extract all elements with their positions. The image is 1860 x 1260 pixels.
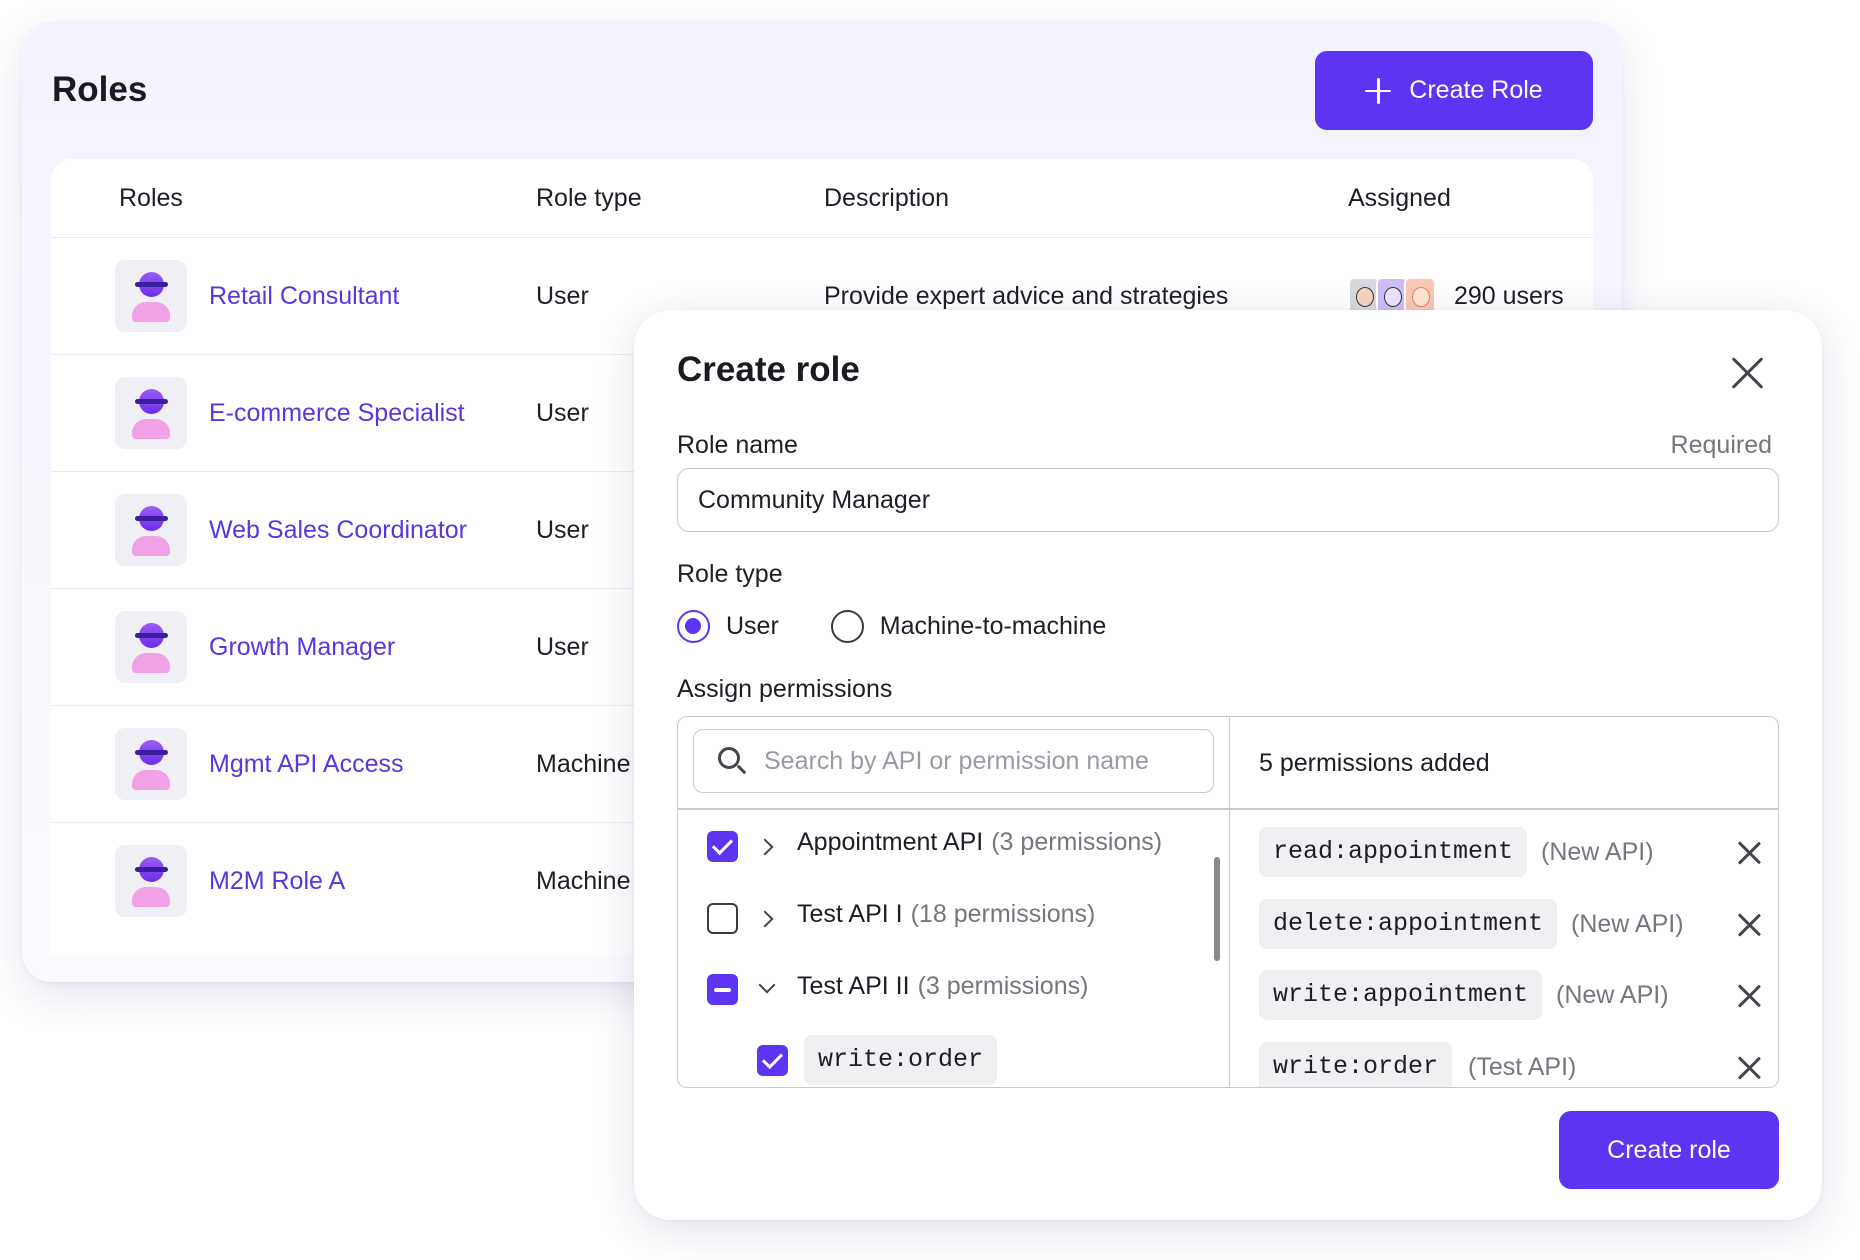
search-input[interactable]	[764, 730, 1204, 792]
plus-icon	[1365, 77, 1392, 104]
close-icon[interactable]	[1730, 355, 1766, 391]
column-header-roles: Roles	[119, 184, 183, 212]
role-name-link[interactable]: Mgmt API Access	[209, 706, 404, 823]
search-box[interactable]	[693, 729, 1214, 793]
chevron-right-icon[interactable]	[756, 910, 774, 928]
role-type-cell: Machine	[536, 867, 631, 895]
added-permission-chip: read:appointment	[1259, 827, 1528, 877]
scrollbar[interactable]	[1214, 857, 1220, 961]
role-name-link[interactable]: Growth Manager	[209, 589, 395, 706]
added-permission-chip: write:order	[1259, 1042, 1453, 1087]
role-avatar-icon	[115, 494, 187, 566]
create-role-button[interactable]: Create Role	[1315, 51, 1593, 130]
column-header-description: Description	[824, 184, 950, 212]
role-avatar-icon	[115, 377, 187, 449]
radio-machine-to-machine-label[interactable]: Machine-to-machine	[880, 612, 1107, 641]
required-label: Required	[1670, 431, 1772, 459]
api-item[interactable]: Test API II (3 permissions)	[797, 972, 1088, 1001]
api-item[interactable]: Appointment API (3 permissions)	[797, 828, 1162, 857]
added-permission-chip: delete:appointment	[1259, 899, 1558, 949]
role-type-cell: Machine	[536, 750, 631, 778]
added-permission-source: (New API)	[1571, 910, 1684, 938]
role-avatar-icon	[115, 728, 187, 800]
permission-checkbox[interactable]	[757, 1045, 788, 1076]
page-title: Roles	[52, 70, 148, 109]
api-permission-count: (3 permissions)	[917, 972, 1089, 1000]
role-name-link[interactable]: E-commerce Specialist	[209, 355, 465, 472]
role-name-link[interactable]: Web Sales Coordinator	[209, 472, 467, 589]
divider	[678, 808, 1229, 810]
added-permission-chip: write:appointment	[1259, 970, 1543, 1020]
api-name: Appointment API	[797, 828, 984, 856]
role-avatar-icon	[115, 611, 187, 683]
chevron-down-icon[interactable]	[758, 976, 776, 994]
role-type-cell: User	[536, 633, 589, 661]
radio-user[interactable]	[677, 610, 710, 643]
role-avatar-icon	[115, 845, 187, 917]
search-icon	[718, 747, 748, 777]
column-header-role-type: Role type	[536, 184, 642, 212]
role-type-cell: User	[536, 516, 589, 544]
api-name: Test API I	[797, 900, 903, 928]
api-checkbox[interactable]	[707, 903, 738, 934]
remove-permission-icon[interactable]	[1737, 1056, 1761, 1080]
permissions-added-summary: 5 permissions added	[1259, 749, 1490, 777]
api-name: Test API II	[797, 972, 910, 1000]
submit-create-role-button[interactable]: Create role	[1559, 1111, 1779, 1189]
role-type-cell: User	[536, 282, 589, 310]
assign-permissions-label: Assign permissions	[677, 675, 893, 703]
api-item[interactable]: Test API I (18 permissions)	[797, 900, 1095, 929]
remove-permission-icon[interactable]	[1737, 913, 1761, 937]
added-permission-source: (Test API)	[1468, 1053, 1577, 1081]
permissions-transfer-box: Appointment API(3 permissions) Test API …	[677, 716, 1779, 1088]
column-header-assigned: Assigned	[1348, 184, 1451, 212]
added-permissions-panel: 5 permissions added read:appointment (Ne…	[1230, 717, 1778, 1087]
remove-permission-icon[interactable]	[1737, 984, 1761, 1008]
api-checkbox[interactable]	[707, 974, 738, 1005]
role-name-link[interactable]: Retail Consultant	[209, 238, 399, 355]
available-permissions-panel: Appointment API(3 permissions) Test API …	[678, 717, 1230, 1087]
create-role-modal: Create role Role name Required Role type…	[634, 310, 1822, 1220]
added-permission-source: (New API)	[1556, 981, 1669, 1009]
permission-chip[interactable]: write:order	[804, 1035, 998, 1085]
assigned-count: 290 users	[1454, 281, 1564, 310]
role-name-input[interactable]	[677, 468, 1779, 532]
api-checkbox[interactable]	[707, 831, 738, 862]
radio-machine-to-machine[interactable]	[830, 610, 864, 643]
chevron-right-icon[interactable]	[756, 838, 774, 856]
role-type-cell: User	[536, 399, 589, 427]
table-header: Roles Role type Description Assigned	[51, 159, 1593, 238]
divider	[1230, 808, 1778, 810]
role-name-link[interactable]: M2M Role A	[209, 823, 345, 940]
remove-permission-icon[interactable]	[1737, 841, 1761, 865]
role-avatar-icon	[115, 260, 187, 332]
api-permission-count: (18 permissions)	[910, 900, 1096, 928]
role-type-radio-group: User Machine-to-machine	[677, 610, 1106, 643]
added-permission-source: (New API)	[1541, 838, 1654, 866]
create-role-button-label: Create Role	[1409, 76, 1543, 104]
radio-user-label[interactable]: User	[726, 612, 779, 641]
modal-title: Create role	[677, 350, 860, 389]
api-permission-count: (3 permissions)	[991, 828, 1163, 856]
role-type-label: Role type	[677, 560, 783, 588]
role-name-label: Role name	[677, 431, 798, 459]
